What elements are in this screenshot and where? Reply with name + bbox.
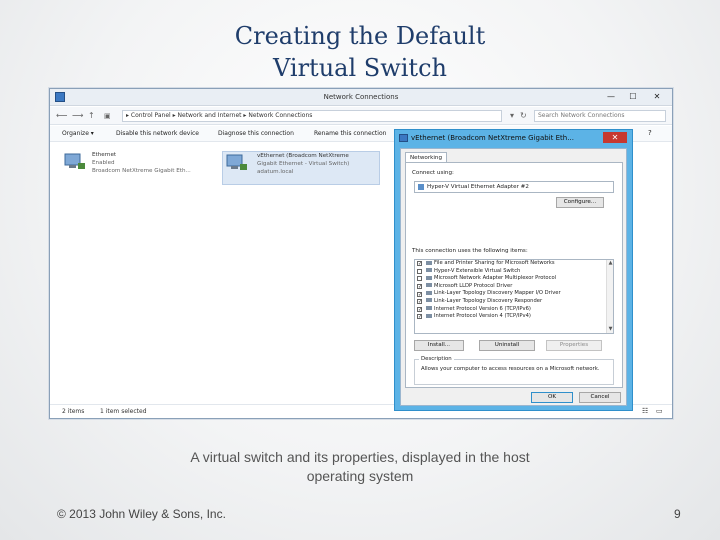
component-item[interactable]: ✓ Internet Protocol Version 4 (TCP/IPv4): [415, 313, 613, 321]
details-view-icon[interactable]: ☷: [642, 407, 648, 415]
adapter-properties-dialog: vEthernet (Broadcom NetXtreme Gigabit Et…: [394, 129, 633, 411]
description-group: Description Allows your computer to acce…: [414, 356, 614, 385]
properties-button[interactable]: Properties: [546, 340, 602, 351]
window-titlebar: Network Connections — ☐ ✕: [50, 89, 672, 106]
component-icon: [426, 275, 432, 280]
network-adapter-icon: [64, 153, 85, 169]
search-input[interactable]: Search Network Connections: [534, 110, 666, 122]
slide-caption: A virtual switch and its properties, dis…: [0, 448, 720, 486]
adapter-status: Enabled: [92, 160, 115, 166]
close-button[interactable]: ✕: [648, 91, 666, 103]
network-adapter-icon: [399, 134, 408, 142]
organize-menu[interactable]: Organize ▾: [62, 130, 94, 137]
rename-button[interactable]: Rename this connection: [314, 130, 386, 137]
component-icon: [426, 298, 432, 303]
caption-line-1: A virtual switch and its properties, dis…: [190, 449, 530, 465]
component-icon: [426, 283, 432, 288]
component-checkbox[interactable]: ✓: [417, 306, 422, 312]
cancel-button[interactable]: Cancel: [579, 392, 621, 403]
diagnose-button[interactable]: Diagnose this connection: [218, 130, 294, 137]
network-adapter-icon: [226, 154, 247, 170]
component-label: Microsoft Network Adapter Multiplexor Pr…: [434, 275, 557, 282]
copyright-footer: © 2013 John Wiley & Sons, Inc.: [57, 507, 226, 521]
install-button[interactable]: Install...: [414, 340, 464, 351]
status-item-count: 2 items: [62, 408, 85, 415]
adapter-status: Gigabit Ethernet - Virtual Switch): [257, 161, 350, 167]
component-item[interactable]: Microsoft Network Adapter Multiplexor Pr…: [415, 275, 613, 283]
dialog-close-button[interactable]: ✕: [603, 132, 627, 143]
large-icons-view-icon[interactable]: ▭: [656, 407, 663, 415]
component-checkbox[interactable]: ✓: [417, 299, 422, 305]
component-item[interactable]: ✓ Microsoft LLDP Protocol Driver: [415, 283, 613, 291]
component-checkbox[interactable]: ✓: [417, 284, 422, 290]
configure-button[interactable]: Configure...: [556, 197, 604, 208]
component-checkbox[interactable]: [417, 268, 422, 274]
ok-button[interactable]: OK: [531, 392, 573, 403]
adapter-vethernet[interactable]: vEthernet (Broadcom NetXtreme Gigabit Et…: [222, 151, 380, 185]
component-label: File and Printer Sharing for Microsoft N…: [434, 260, 555, 266]
component-label: Link-Layer Topology Discovery Mapper I/O…: [434, 290, 561, 297]
adapter-name: Ethernet: [92, 152, 117, 158]
component-label: Internet Protocol Version 6 (TCP/IPv6): [434, 305, 531, 312]
adapter-field-text: Hyper-V Virtual Ethernet Adapter #2: [427, 184, 529, 190]
dropdown-arrow-icon[interactable]: ▾: [510, 110, 514, 122]
slide-title: Creating the Default Virtual Switch: [0, 20, 720, 84]
component-icon: [426, 290, 432, 295]
component-checkbox[interactable]: ✓: [417, 291, 422, 297]
adapter-device: Broadcom NetXtreme Gigabit Eth...: [92, 168, 191, 174]
disable-device-button[interactable]: Disable this network device: [116, 130, 199, 137]
adapter-icon: [418, 184, 424, 190]
forward-arrow-icon[interactable]: ⟶: [72, 110, 83, 122]
component-icon: [426, 268, 432, 273]
component-item[interactable]: ✓ File and Printer Sharing for Microsoft …: [415, 260, 613, 268]
component-item[interactable]: ✓ Internet Protocol Version 6 (TCP/IPv6): [415, 306, 613, 314]
component-icon: [426, 260, 432, 265]
dialog-body: Networking Connect using: Hyper-V Virtua…: [400, 148, 627, 406]
up-arrow-icon[interactable]: ↑: [88, 110, 95, 122]
scroll-down-arrow-icon[interactable]: ▼: [607, 326, 613, 333]
description-text: Allows your computer to access resources…: [421, 366, 600, 372]
address-input[interactable]: ▸ Control Panel ▸ Network and Internet ▸…: [122, 110, 502, 122]
adapter-ethernet[interactable]: Ethernet Enabled Broadcom NetXtreme Giga…: [64, 151, 214, 185]
scroll-up-arrow-icon[interactable]: ▲: [607, 260, 613, 267]
address-bar: ⟵ ⟶ ↑ ▣ ▸ Control Panel ▸ Network and In…: [50, 107, 672, 125]
component-label: Link-Layer Topology Discovery Responder: [434, 297, 543, 304]
minimize-button[interactable]: —: [602, 91, 620, 103]
component-item[interactable]: ✓ Link-Layer Topology Discovery Mapper I/…: [415, 290, 613, 298]
adapter-device: adatum.local: [257, 169, 294, 175]
components-label: This connection uses the following items…: [412, 248, 528, 254]
component-checkbox[interactable]: ✓: [417, 261, 422, 267]
caption-line-2: operating system: [306, 468, 414, 484]
component-icon: [426, 306, 432, 311]
control-panel-icon: ▣: [104, 112, 111, 120]
component-label: Hyper-V Extensible Virtual Switch: [434, 267, 521, 274]
component-icon: [426, 313, 432, 318]
dialog-title: vEthernet (Broadcom NetXtreme Gigabit Et…: [411, 134, 574, 142]
uninstall-button[interactable]: Uninstall: [479, 340, 535, 351]
slide-title-line-1: Creating the Default: [234, 22, 486, 50]
adapter-name: vEthernet (Broadcom NetXtreme: [257, 153, 349, 159]
component-item[interactable]: ✓ Link-Layer Topology Discovery Responder: [415, 298, 613, 306]
window-title: Network Connections: [323, 93, 399, 101]
slide-title-line-2: Virtual Switch: [273, 54, 447, 82]
adapter-field: Hyper-V Virtual Ethernet Adapter #2: [414, 181, 614, 193]
component-label: Internet Protocol Version 4 (TCP/IPv4): [434, 313, 531, 320]
component-label: Microsoft LLDP Protocol Driver: [434, 282, 513, 289]
page-number: 9: [674, 507, 681, 521]
maximize-button[interactable]: ☐: [624, 91, 642, 103]
description-label: Description: [419, 356, 454, 362]
components-scrollbar[interactable]: ▲ ▼: [606, 260, 613, 333]
status-selected: 1 item selected: [100, 408, 147, 415]
help-icon[interactable]: ?: [648, 129, 652, 137]
component-checkbox[interactable]: [417, 276, 422, 282]
components-list[interactable]: ✓ File and Printer Sharing for Microsoft …: [414, 259, 614, 334]
component-checkbox[interactable]: ✓: [417, 314, 422, 320]
networking-panel: Connect using: Hyper-V Virtual Ethernet …: [405, 162, 623, 388]
connect-using-label: Connect using:: [412, 170, 454, 176]
refresh-icon[interactable]: ↻: [520, 110, 527, 122]
back-arrow-icon[interactable]: ⟵: [56, 110, 67, 122]
component-item[interactable]: Hyper-V Extensible Virtual Switch: [415, 268, 613, 276]
